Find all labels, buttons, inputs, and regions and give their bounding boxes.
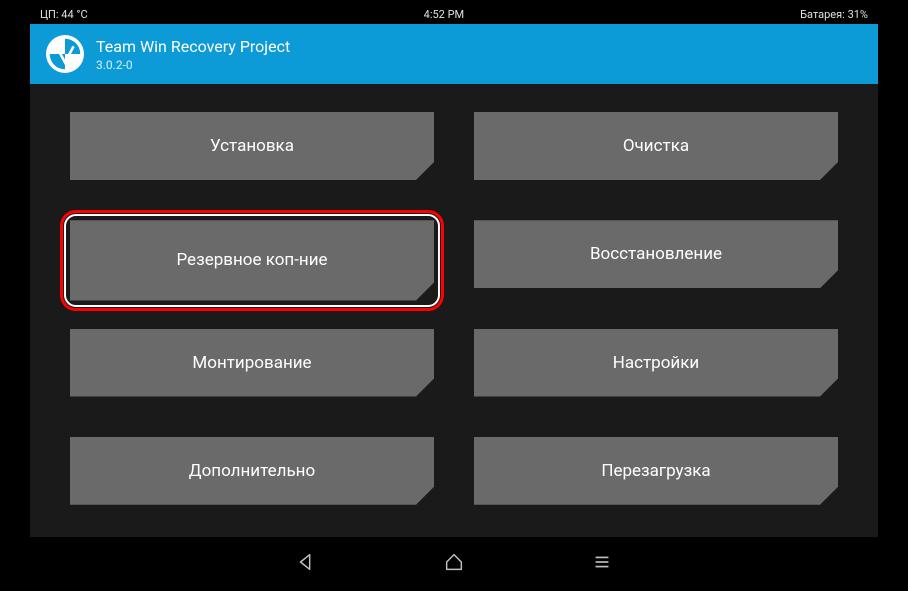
- status-battery: Батарея: 31%: [800, 8, 868, 21]
- settings-label: Настройки: [613, 353, 700, 373]
- install-label: Установка: [210, 136, 294, 156]
- app-version: 3.0.2-0: [96, 58, 290, 72]
- backup-button[interactable]: Резервное коп-ние: [70, 220, 434, 300]
- wipe-button[interactable]: Очистка: [474, 112, 838, 180]
- backup-highlight: Резервное коп-ние: [70, 220, 434, 300]
- twrp-logo-icon: [46, 35, 84, 73]
- advanced-label: Дополнительно: [189, 461, 315, 481]
- mount-button[interactable]: Монтирование: [70, 329, 434, 397]
- status-time: 4:52 PM: [88, 8, 800, 21]
- device-frame: ЦП: 44 °C 4:52 PM Батарея: 31% Team Win …: [0, 0, 908, 591]
- reboot-button[interactable]: Перезагрузка: [474, 437, 838, 505]
- back-button[interactable]: [292, 548, 320, 576]
- main-menu: Установка Очистка Резервное коп-ние Восс…: [30, 84, 878, 537]
- android-nav-bar: [30, 537, 878, 587]
- install-button[interactable]: Установка: [70, 112, 434, 180]
- backup-label: Резервное коп-ние: [176, 250, 327, 270]
- recent-button[interactable]: [588, 548, 616, 576]
- restore-label: Восстановление: [590, 244, 722, 264]
- advanced-button[interactable]: Дополнительно: [70, 437, 434, 505]
- restore-button[interactable]: Восстановление: [474, 220, 838, 288]
- app-title: Team Win Recovery Project: [96, 37, 290, 56]
- settings-button[interactable]: Настройки: [474, 329, 838, 397]
- status-cpu-temp: ЦП: 44 °C: [40, 8, 88, 21]
- mount-label: Монтирование: [192, 353, 311, 373]
- wipe-label: Очистка: [623, 136, 689, 156]
- home-button[interactable]: [440, 548, 468, 576]
- status-bar: ЦП: 44 °C 4:52 PM Батарея: 31%: [30, 4, 878, 24]
- app-header: Team Win Recovery Project 3.0.2-0: [30, 24, 878, 84]
- reboot-label: Перезагрузка: [601, 461, 710, 481]
- screen: ЦП: 44 °C 4:52 PM Батарея: 31% Team Win …: [30, 4, 878, 587]
- header-text: Team Win Recovery Project 3.0.2-0: [96, 37, 290, 72]
